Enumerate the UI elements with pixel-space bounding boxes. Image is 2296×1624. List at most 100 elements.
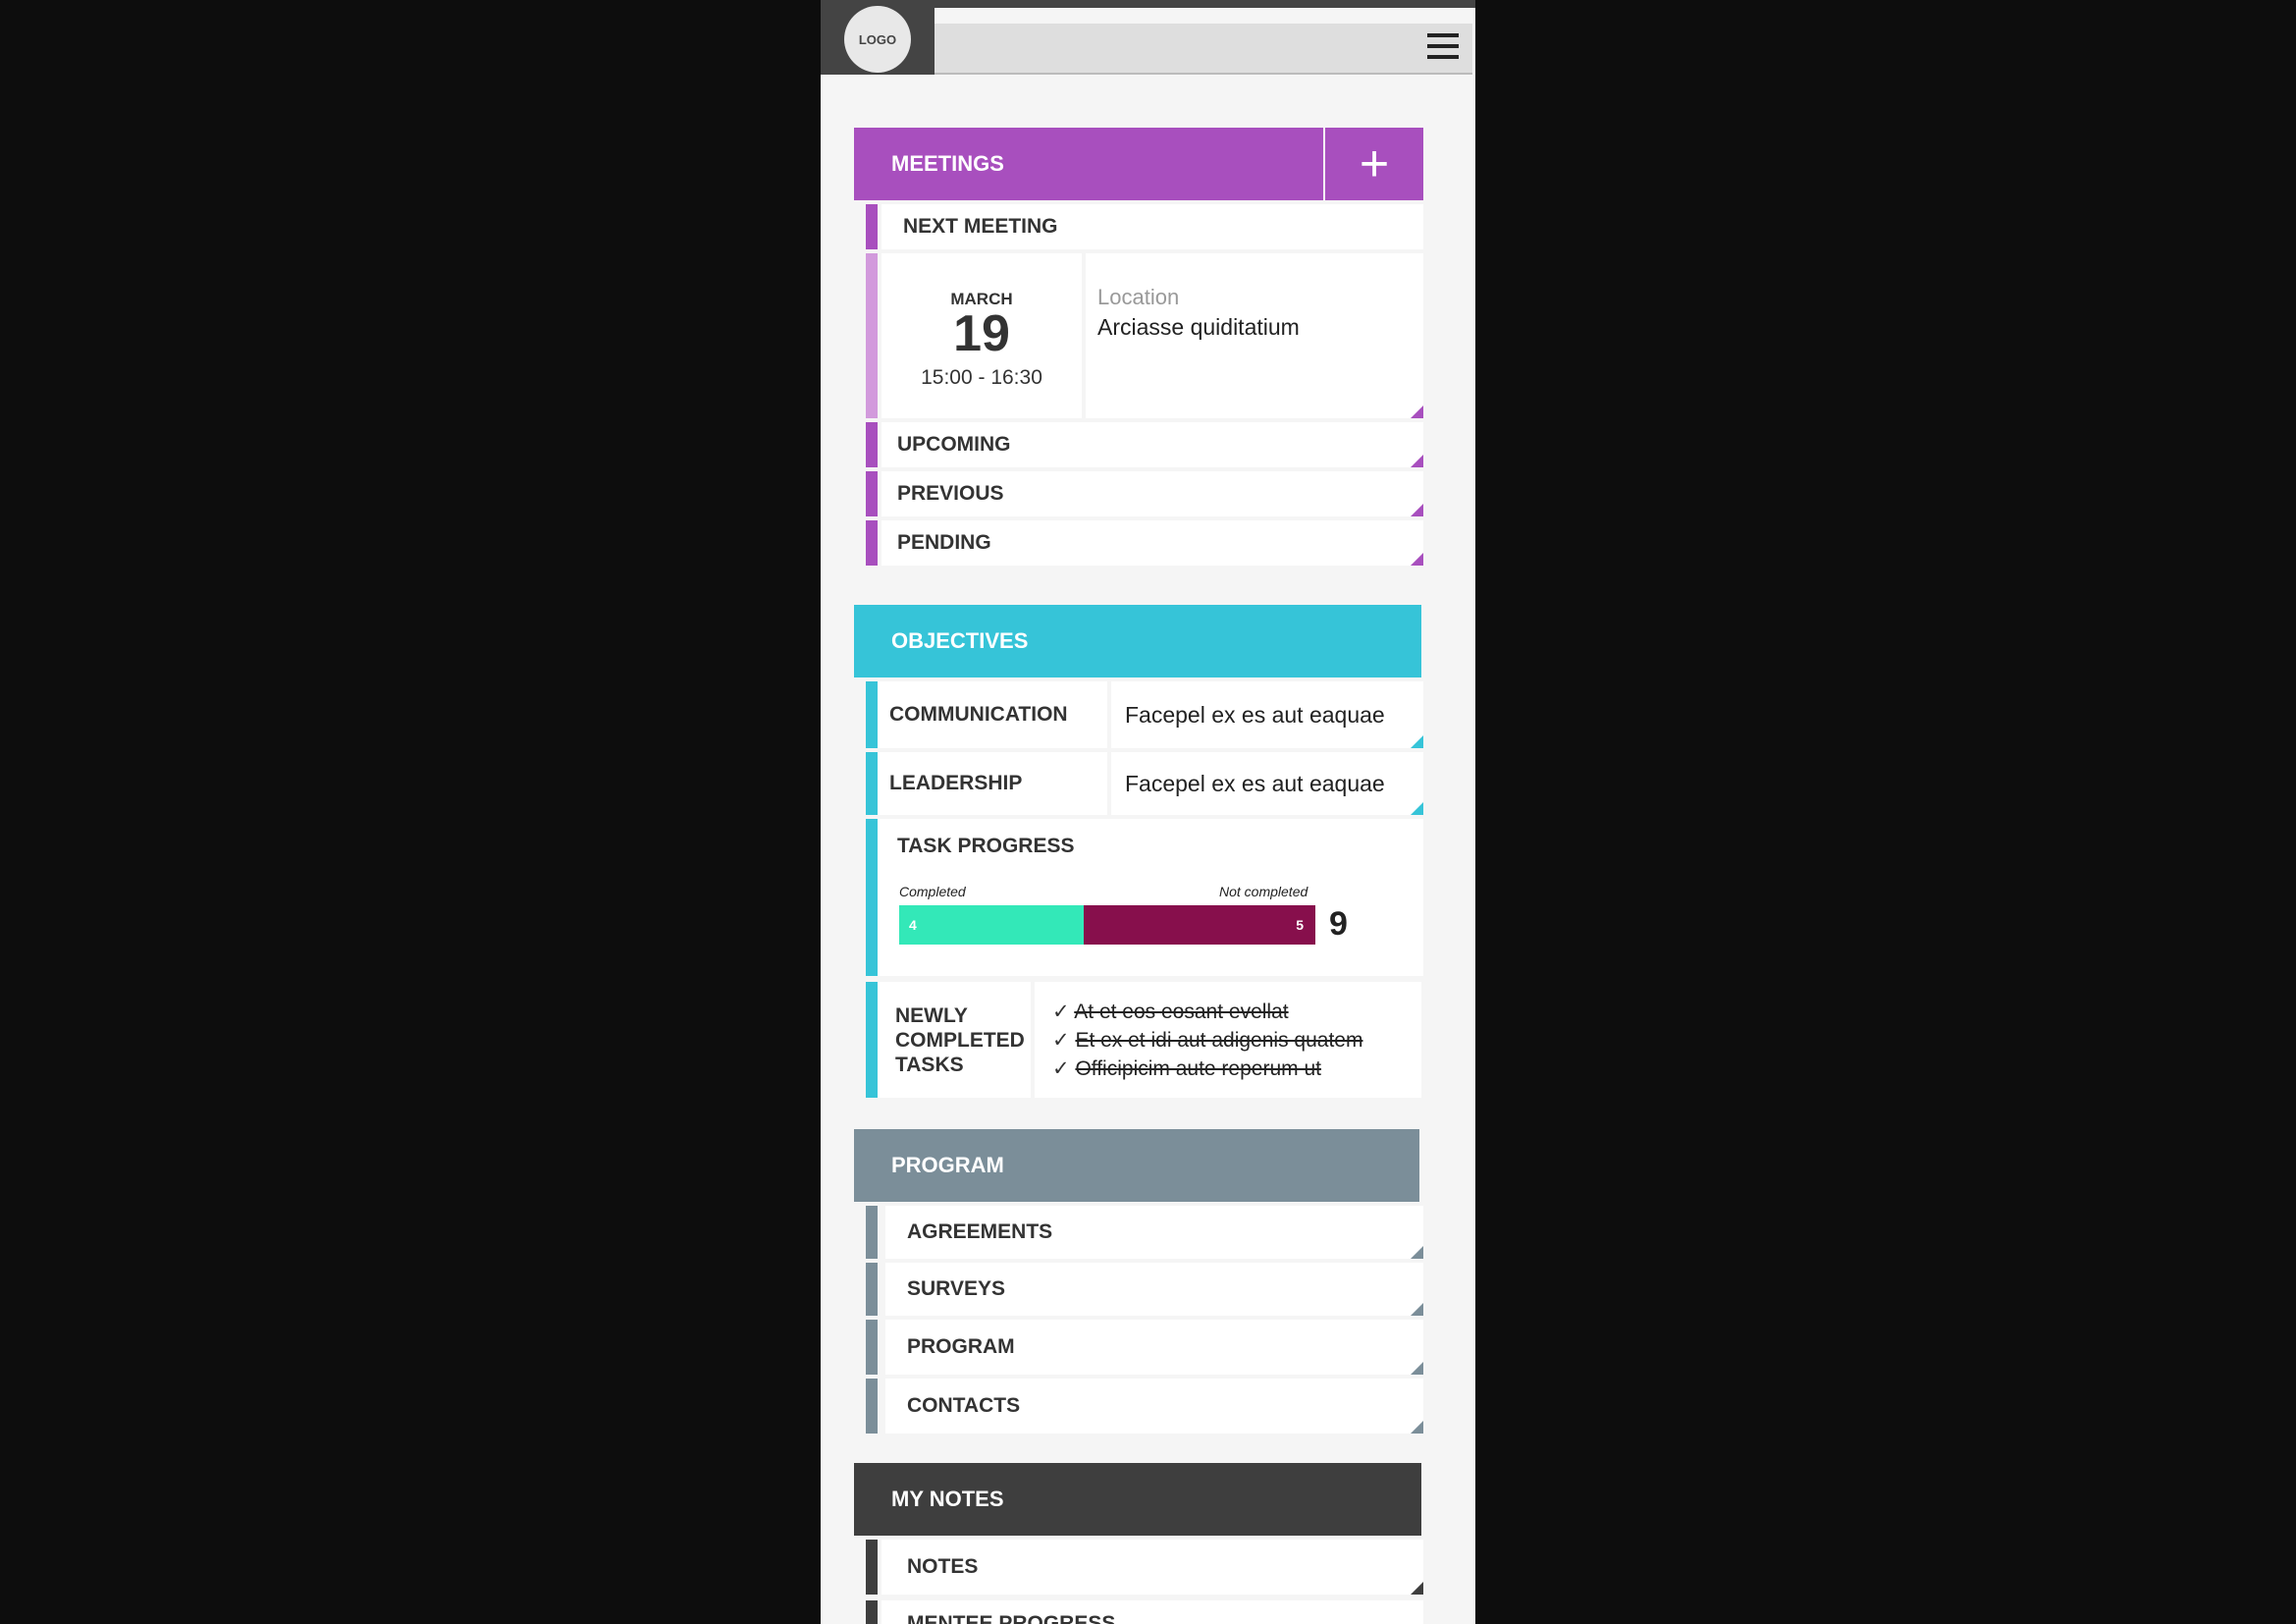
newly-completed-accent <box>866 982 878 1098</box>
program-label: PROGRAM <box>907 1335 1015 1358</box>
surveys-label: SURVEYS <box>907 1277 1005 1300</box>
list-item[interactable]: ✓ At et eos eosant evellat <box>1052 998 1289 1026</box>
task-text: At et eos eosant evellat <box>1074 1000 1289 1023</box>
leadership-value: Facepel ex es aut eaquae <box>1125 770 1385 796</box>
progress-completed-segment: 4 <box>899 905 1084 945</box>
next-meeting-label-row: NEXT MEETING <box>881 204 1423 249</box>
hamburger-menu-button[interactable] <box>1427 33 1461 63</box>
surveys-accent <box>866 1263 878 1316</box>
progress-not-completed-segment: 5 <box>1084 905 1315 945</box>
program-item-program[interactable]: PROGRAM <box>885 1320 1423 1375</box>
program-accent <box>854 1129 866 1202</box>
next-meeting-label: NEXT MEETING <box>903 215 1058 238</box>
next-meeting-card-accent <box>866 253 878 418</box>
meetings-title: MEETINGS <box>891 151 1004 176</box>
meeting-location-box[interactable]: Location Arciasse quiditatium <box>1086 253 1423 418</box>
upcoming-label: UPCOMING <box>897 433 1011 456</box>
newly-completed-title-line: NEWLY <box>895 1003 968 1027</box>
logo[interactable]: LOGO <box>844 6 911 73</box>
program-header[interactable]: PROGRAM <box>854 1129 1419 1202</box>
expand-corner-icon <box>1411 1303 1423 1316</box>
objective-leadership-value[interactable]: Facepel ex es aut eaquae <box>1111 752 1423 815</box>
objective-communication-label: COMMUNICATION <box>878 681 1107 748</box>
not-completed-count: 5 <box>1296 917 1304 933</box>
upcoming-accent <box>866 422 878 467</box>
hamburger-icon-line <box>1427 44 1459 48</box>
next-meeting-accent <box>866 204 878 249</box>
leadership-accent <box>866 752 878 815</box>
hamburger-icon <box>1427 33 1459 37</box>
task-text: Officipicim aute reperum ut <box>1075 1056 1321 1080</box>
program-title: PROGRAM <box>891 1153 1004 1177</box>
meeting-date-box[interactable]: MARCH 19 15:00 - 16:30 <box>881 253 1082 418</box>
expand-corner-icon <box>1411 553 1423 566</box>
program-item-agreements[interactable]: AGREEMENTS <box>885 1206 1423 1259</box>
list-item[interactable]: ✓ Officipicim aute reperum ut <box>1052 1055 1321 1083</box>
notes-label: NOTES <box>907 1555 979 1578</box>
task-text: Et ex et idi aut adigenis quatem <box>1075 1028 1363 1052</box>
expand-corner-icon <box>1411 504 1423 516</box>
objective-communication-value[interactable]: Facepel ex es aut eaquae <box>1111 681 1423 748</box>
header-bar <box>934 24 1472 75</box>
meetings-item-pending[interactable]: PENDING <box>881 520 1423 566</box>
expand-corner-icon <box>1411 1362 1423 1375</box>
notes-item-mentee-progress[interactable]: MENTEE PROGRESS <box>881 1600 1423 1624</box>
contacts-label: CONTACTS <box>907 1394 1021 1417</box>
expand-corner-icon <box>1411 802 1423 815</box>
plus-icon: + <box>1359 135 1390 192</box>
objective-leadership-label: LEADERSHIP <box>878 752 1107 815</box>
hamburger-icon-line <box>1427 55 1459 59</box>
check-icon: ✓ <box>1052 1000 1075 1023</box>
communication-accent <box>866 681 878 748</box>
mentee-progress-accent <box>866 1600 878 1624</box>
add-meeting-button[interactable]: + <box>1325 128 1423 200</box>
pending-accent <box>866 520 878 566</box>
meetings-item-previous[interactable]: PREVIOUS <box>881 471 1423 516</box>
check-icon: ✓ <box>1052 1056 1076 1080</box>
task-progress-accent <box>866 819 878 976</box>
my-notes-title: MY NOTES <box>891 1487 1004 1511</box>
expand-corner-icon <box>1411 1582 1423 1595</box>
agreements-accent <box>866 1206 878 1259</box>
not-completed-label: Not completed <box>1219 884 1308 899</box>
program-item-contacts[interactable]: CONTACTS <box>885 1379 1423 1434</box>
objectives-header[interactable]: OBJECTIVES <box>854 605 1421 677</box>
meetings-header[interactable]: MEETINGS <box>854 128 1323 200</box>
completed-label: Completed <box>899 884 966 899</box>
meetings-item-upcoming[interactable]: UPCOMING <box>881 422 1423 467</box>
pending-label: PENDING <box>897 531 991 554</box>
newly-completed-title-line: COMPLETED <box>895 1028 1025 1052</box>
location-value: Arciasse quiditatium <box>1097 314 1300 340</box>
check-icon: ✓ <box>1052 1028 1076 1052</box>
leadership-label: LEADERSHIP <box>889 772 1023 794</box>
newly-completed-list: ✓ At et eos eosant evellat ✓ Et ex et id… <box>1035 982 1421 1098</box>
list-item[interactable]: ✓ Et ex et idi aut adigenis quatem <box>1052 1026 1362 1055</box>
notes-accent <box>866 1540 878 1595</box>
notes-item-notes[interactable]: NOTES <box>881 1540 1423 1595</box>
task-total: 9 <box>1329 905 1348 943</box>
task-progress-bar: 4 5 <box>899 905 1315 945</box>
meeting-time: 15:00 - 16:30 <box>921 366 1042 389</box>
newly-completed-title: NEWLY COMPLETED TASKS <box>878 982 1031 1098</box>
task-progress-title: TASK PROGRESS <box>897 835 1075 857</box>
mobile-screen: LOGO MEETINGS + NEXT MEETING MARCH 19 15… <box>821 0 1475 1624</box>
contacts-accent <box>866 1379 878 1434</box>
program-accent-row <box>866 1320 878 1375</box>
expand-corner-icon <box>1411 735 1423 748</box>
meeting-day: 19 <box>953 305 1010 362</box>
location-label: Location <box>1097 285 1180 309</box>
meetings-accent <box>854 128 866 200</box>
objectives-accent <box>854 605 866 677</box>
expand-corner-icon <box>1411 1421 1423 1434</box>
newly-completed-title-line: TASKS <box>895 1053 964 1076</box>
communication-value: Facepel ex es aut eaquae <box>1125 701 1385 728</box>
expand-corner-icon <box>1411 455 1423 467</box>
communication-label: COMMUNICATION <box>889 703 1068 726</box>
objectives-title: OBJECTIVES <box>891 628 1029 653</box>
expand-corner-icon <box>1411 1246 1423 1259</box>
program-item-surveys[interactable]: SURVEYS <box>885 1263 1423 1316</box>
my-notes-header[interactable]: MY NOTES <box>854 1463 1421 1536</box>
my-notes-accent <box>854 1463 866 1536</box>
agreements-label: AGREEMENTS <box>907 1220 1053 1243</box>
previous-accent <box>866 471 878 516</box>
